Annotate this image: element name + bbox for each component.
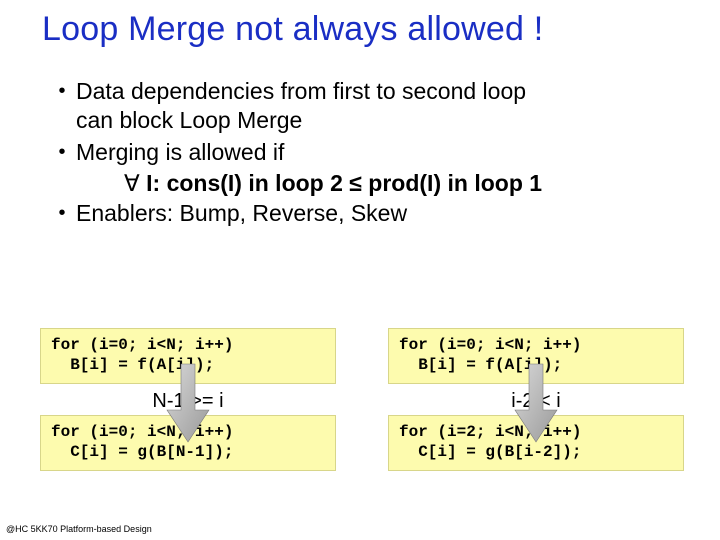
bullet-1-line1: Data dependencies from first to second l…	[76, 78, 526, 104]
slide-title: Loop Merge not always allowed !	[0, 0, 720, 49]
left-loop-2: for (i=0; i<N; i++) C[i] = g(B[N-1]);	[40, 415, 336, 471]
bullet-2-condition: ∀ I: cons(I) in loop 2 ≤ prod(I) in loop…	[124, 169, 720, 198]
left-loop-1: for (i=0; i<N; i++) B[i] = f(A[i]);	[40, 328, 336, 384]
right-loop-2: for (i=2; i<N; i++) C[i] = g(B[i-2]);	[388, 415, 684, 471]
example-left: for (i=0; i<N; i++) B[i] = f(A[i]); N-1 …	[40, 328, 336, 471]
bullet-3: Enablers: Bump, Reverse, Skew	[76, 199, 720, 228]
footer-credit: @HC 5KK70 Platform-based Design	[6, 524, 152, 534]
bullet-list: • Data dependencies from first to second…	[48, 77, 720, 228]
example-right: for (i=0; i<N; i++) B[i] = f(A[i]); i-2 …	[388, 328, 684, 471]
bullet-1: Data dependencies from first to second l…	[76, 77, 720, 136]
bullet-1-line2: can block Loop Merge	[76, 107, 302, 133]
right-loop-1: for (i=0; i<N; i++) B[i] = f(A[i]);	[388, 328, 684, 384]
bullet-2: Merging is allowed if	[76, 138, 720, 167]
condition-text: I: cons(I) in loop 2 ≤ prod(I) in loop 1	[140, 170, 542, 196]
left-condition: N-1 >= i	[40, 390, 336, 413]
right-condition: i-2 < i	[388, 390, 684, 413]
bullet-dot: •	[48, 199, 76, 227]
bullet-dot: •	[48, 138, 76, 166]
bullet-dot: •	[48, 77, 76, 105]
code-examples: for (i=0; i<N; i++) B[i] = f(A[i]); N-1 …	[40, 328, 700, 471]
forall-symbol: ∀	[124, 171, 140, 196]
